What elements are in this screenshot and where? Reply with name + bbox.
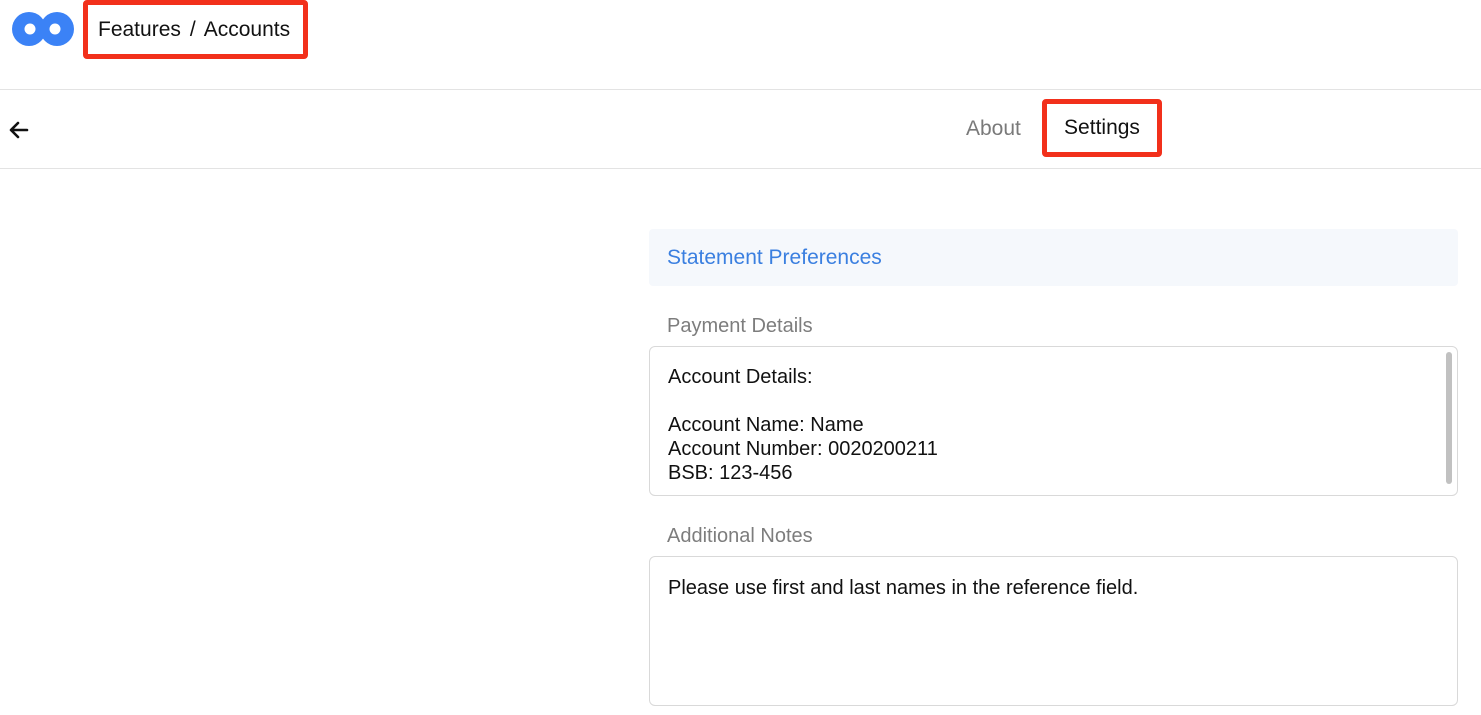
payment-details-field[interactable]: Account Details: Account Name: Name Acco… [649, 346, 1458, 496]
top-bar: Features / Accounts [0, 0, 1481, 90]
double-circle-logo-icon[interactable] [12, 11, 74, 47]
arrow-left-icon [9, 121, 29, 139]
additional-notes-label: Additional Notes [667, 525, 813, 547]
tab-settings[interactable]: Settings [1042, 99, 1162, 157]
payment-details-scrollbar[interactable] [1444, 349, 1454, 493]
additional-notes-field[interactable]: Please use first and last names in the r… [649, 556, 1458, 706]
breadcrumb-accounts: Accounts [203, 17, 291, 41]
statement-preferences-header[interactable]: Statement Preferences [649, 229, 1458, 286]
scrollbar-thumb[interactable] [1446, 352, 1452, 484]
back-button[interactable] [6, 117, 32, 143]
breadcrumb-separator: / [189, 17, 196, 41]
payment-details-label: Payment Details [667, 315, 813, 337]
breadcrumb: Features / Accounts [83, 0, 308, 59]
breadcrumb-features-link[interactable]: Features [98, 18, 181, 42]
tab-settings-label: Settings [1064, 116, 1140, 139]
tab-about[interactable]: About [966, 117, 1021, 141]
section-title: Statement Preferences [667, 245, 882, 269]
tab-bar: About Settings [0, 90, 1481, 169]
